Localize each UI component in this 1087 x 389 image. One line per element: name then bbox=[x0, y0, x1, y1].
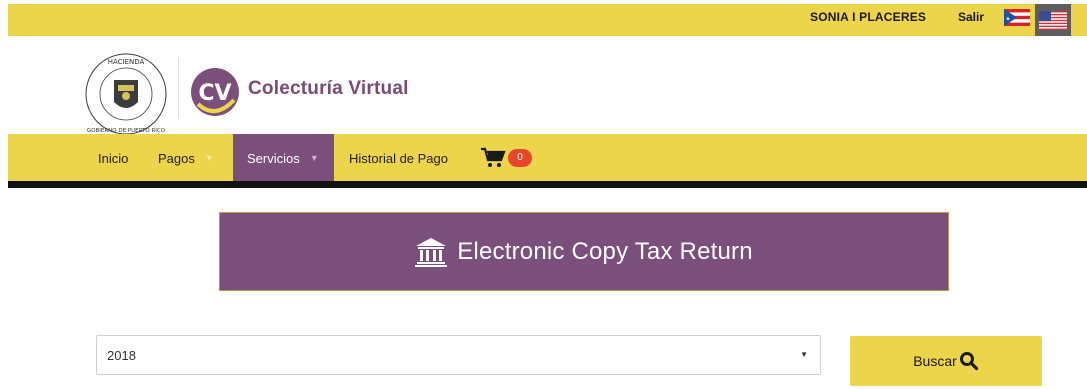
main-nav: Inicio Pagos ▼ Servicios ▼ Historial de … bbox=[8, 134, 1087, 182]
nav-label: Servicios bbox=[247, 150, 300, 166]
search-icon bbox=[959, 352, 978, 371]
brand-divider bbox=[178, 58, 179, 118]
cart-button[interactable]: 0 bbox=[480, 134, 532, 182]
chevron-down-icon: ▼ bbox=[204, 153, 214, 163]
flag-usa-button[interactable] bbox=[1035, 4, 1071, 36]
nav-label: Pagos bbox=[158, 150, 195, 166]
nav-item-inicio[interactable]: Inicio bbox=[98, 134, 128, 182]
page-title: Electronic Copy Tax Return bbox=[457, 237, 753, 265]
svg-text:CV: CV bbox=[198, 81, 231, 106]
hacienda-seal-icon: HACIENDA GOBIERNO DE PUERTO RICO bbox=[85, 53, 167, 135]
year-select[interactable]: 2018 ▼ bbox=[96, 335, 821, 375]
nav-divider bbox=[8, 181, 1087, 188]
nav-label: Historial de Pago bbox=[349, 150, 448, 166]
svg-text:HACIENDA: HACIENDA bbox=[108, 58, 145, 66]
search-button[interactable]: Buscar bbox=[850, 336, 1042, 386]
page-title-banner: Electronic Copy Tax Return bbox=[219, 212, 949, 291]
flag-puerto-rico-icon[interactable] bbox=[1004, 9, 1030, 26]
chevron-down-icon: ▼ bbox=[309, 153, 319, 163]
chevron-down-icon: ▼ bbox=[800, 350, 808, 359]
year-select-value: 2018 bbox=[107, 348, 136, 363]
flag-usa-icon bbox=[1039, 10, 1067, 30]
cv-logo-icon: CV bbox=[191, 68, 239, 116]
app-name: Colecturía Virtual bbox=[248, 78, 409, 99]
nav-item-servicios[interactable]: Servicios ▼ bbox=[233, 134, 334, 182]
logout-link[interactable]: Salir bbox=[958, 10, 984, 24]
nav-item-pagos[interactable]: Pagos ▼ bbox=[158, 134, 214, 182]
cart-count-badge: 0 bbox=[508, 149, 532, 167]
nav-item-historial[interactable]: Historial de Pago bbox=[349, 134, 448, 182]
search-button-label: Buscar bbox=[913, 353, 957, 369]
user-name[interactable]: SONIA I PLACERES bbox=[810, 10, 926, 24]
bank-icon bbox=[415, 237, 448, 267]
cart-icon bbox=[481, 147, 506, 167]
nav-label: Inicio bbox=[98, 150, 129, 166]
brand-header: HACIENDA GOBIERNO DE PUERTO RICO CV Cole… bbox=[8, 36, 1087, 135]
